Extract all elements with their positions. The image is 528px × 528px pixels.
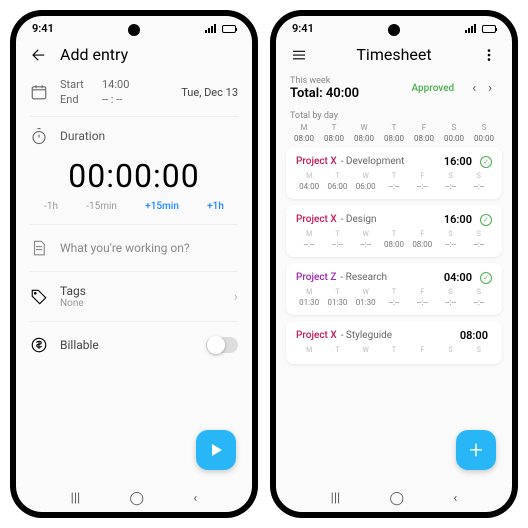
check-icon: ✓ — [480, 156, 492, 168]
billable-icon — [30, 336, 48, 354]
stopwatch-icon — [30, 127, 48, 145]
calendar-icon — [30, 83, 48, 101]
add-button[interactable]: + — [456, 430, 496, 470]
minus-15min-button[interactable]: -15min — [86, 201, 117, 212]
menu-icon[interactable] — [290, 46, 308, 64]
check-icon: ✓ — [480, 214, 492, 226]
next-week-button[interactable]: › — [482, 81, 498, 96]
android-navbar[interactable]: |||◯‹ — [16, 484, 252, 512]
plus-15min-button[interactable]: +15min — [145, 201, 179, 212]
tags-row[interactable]: TagsNone › — [30, 276, 238, 317]
prev-week-button[interactable]: ‹ — [466, 81, 482, 96]
note-icon — [30, 239, 48, 257]
date-field[interactable]: Tue, Dec 13 — [181, 86, 238, 99]
page-title: Timesheet — [320, 45, 468, 64]
tag-icon — [30, 288, 48, 306]
header: Timesheet — [276, 37, 512, 72]
page-title: Add entry — [60, 45, 238, 64]
header: Add entry — [16, 37, 252, 72]
description-input[interactable]: What you're working on? — [30, 229, 238, 267]
timesheet-card[interactable]: Project Z - Research04:00✓MTWTFSS01:3001… — [286, 263, 502, 315]
back-icon[interactable] — [30, 46, 48, 64]
timesheet-card[interactable]: Project X - Styleguide08:00MTWTFSS — [286, 321, 502, 364]
start-time[interactable]: 14:00 — [102, 78, 129, 91]
billable-toggle[interactable] — [206, 337, 238, 353]
more-icon[interactable] — [480, 46, 498, 64]
timesheet-card[interactable]: Project X - Development16:00✓MTWTFSS04:0… — [286, 147, 502, 199]
end-time[interactable]: -- : -- — [102, 93, 122, 106]
chevron-right-icon: › — [234, 289, 238, 305]
timesheet-card[interactable]: Project X - Design16:00✓MTWTFSS--:----:-… — [286, 205, 502, 257]
duration-display: 00:00:00 — [30, 151, 238, 201]
android-navbar[interactable]: |||◯‹ — [276, 484, 512, 512]
minus-1h-button[interactable]: -1h — [44, 201, 58, 212]
approved-status: Approved — [412, 83, 455, 94]
play-button[interactable] — [196, 430, 236, 470]
total-hours: Total: 40:00 — [290, 86, 412, 101]
check-icon: ✓ — [480, 272, 492, 284]
plus-1h-button[interactable]: +1h — [207, 201, 224, 212]
